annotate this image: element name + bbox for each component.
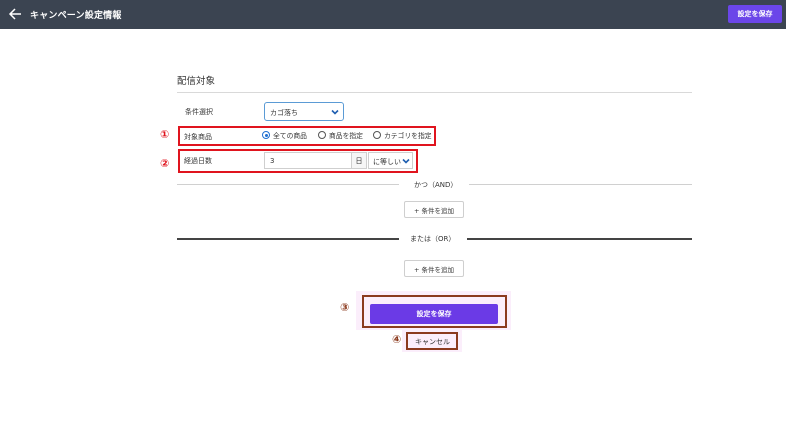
or-divider-right xyxy=(467,238,692,240)
radio-unselected-icon xyxy=(318,131,326,139)
chevron-down-icon xyxy=(402,158,410,164)
annotation-number-4: ④ xyxy=(392,333,402,346)
back-arrow-icon[interactable] xyxy=(8,6,22,22)
or-divider-left xyxy=(177,238,399,240)
annotation-number-2: ② xyxy=(160,157,170,170)
comparison-select-value: に等しい xyxy=(373,158,401,166)
top-bar: キャンペーン設定情報 設定を保存 xyxy=(0,0,786,29)
elapsed-days-label: 経過日数 xyxy=(184,157,212,165)
chevron-down-icon xyxy=(331,109,339,115)
and-divider-right xyxy=(469,184,692,185)
radio-specify-category-label: カテゴリを指定 xyxy=(384,132,432,140)
comparison-select[interactable]: に等しい xyxy=(368,152,413,169)
elapsed-days-input[interactable]: 3 xyxy=(264,152,351,169)
radio-specify-category[interactable]: カテゴリを指定 xyxy=(373,130,432,140)
page-title: キャンペーン設定情報 xyxy=(30,11,122,21)
condition-select[interactable]: カゴ落ち xyxy=(264,102,344,121)
radio-all-products[interactable]: 全ての商品 xyxy=(262,130,307,140)
radio-specify-products-label: 商品を指定 xyxy=(329,132,363,140)
condition-label: 条件選択 xyxy=(185,108,213,116)
section-divider xyxy=(177,92,692,93)
radio-all-products-label: 全ての商品 xyxy=(273,132,307,140)
annotation-number-1: ① xyxy=(160,128,170,141)
and-divider-label: かつ（AND） xyxy=(414,181,458,189)
save-button[interactable]: 設定を保存 xyxy=(370,304,498,324)
add-and-condition-button[interactable]: + 条件を追加 xyxy=(404,201,464,218)
annotation-number-3: ③ xyxy=(340,301,350,314)
add-or-condition-button[interactable]: + 条件を追加 xyxy=(404,260,464,277)
days-unit-label: 日 xyxy=(351,152,367,169)
radio-selected-icon xyxy=(262,131,270,139)
and-divider-left xyxy=(177,184,399,185)
condition-select-value: カゴ落ち xyxy=(270,109,298,117)
header-save-button[interactable]: 設定を保存 xyxy=(728,5,782,23)
or-divider-label: または（OR） xyxy=(410,235,456,243)
cancel-button[interactable]: キャンセル xyxy=(410,334,455,349)
section-title: 配信対象 xyxy=(177,76,216,87)
elapsed-days-value: 3 xyxy=(270,157,275,165)
target-product-label: 対象商品 xyxy=(184,133,212,141)
radio-specify-products[interactable]: 商品を指定 xyxy=(318,130,363,140)
radio-unselected-icon xyxy=(373,131,381,139)
